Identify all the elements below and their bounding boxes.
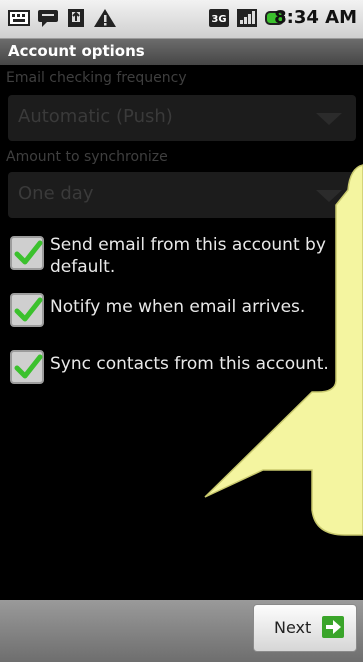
callout-bubble	[204, 164, 363, 536]
next-button[interactable]: Next	[253, 604, 357, 652]
next-label: Next	[274, 618, 312, 637]
arrow-right-icon	[322, 616, 344, 638]
